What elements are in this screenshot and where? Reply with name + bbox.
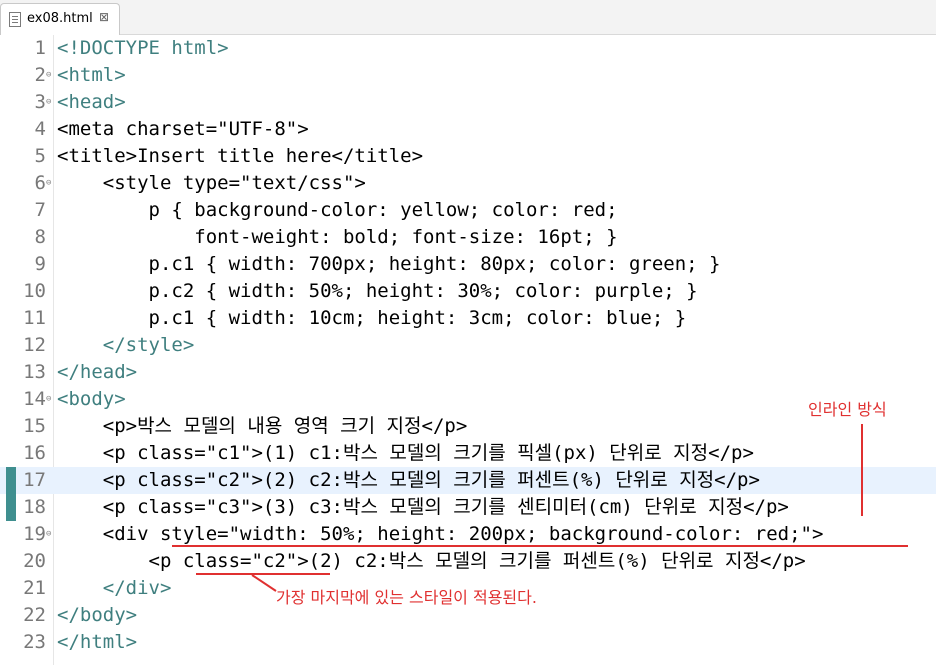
code-line[interactable]: 19 ⊖ <div style="width: 50%; height: 200… [0,521,936,548]
code-line[interactable]: 18 <p class="c3">(3) c3:박스 모델의 크기를 센티미터(… [0,494,936,521]
fold-toggle-icon[interactable]: ⊖ [46,178,51,188]
code-text: p.c2 { width: 50%; height: 30%; color: p… [57,280,698,302]
line-number: 11 [23,307,46,329]
code-text: <head> [57,89,126,116]
line-number: 1 [34,37,46,59]
line-number: 2 [34,64,46,86]
tab-label: ex08.html [27,11,93,26]
code-text: </div> [57,575,172,602]
line-number: 10 [23,280,46,302]
code-text: <div style="width: 50%; height: 200px; b… [57,523,824,545]
line-number: 16 [23,442,46,464]
line-number: 14 [23,388,46,410]
code-text: </style> [57,332,195,359]
code-line[interactable]: 2 ⊖ <html> [0,62,936,89]
code-text: p.c1 { width: 10cm; height: 3cm; color: … [57,307,687,329]
code-text: <title>Insert title here</title> [57,145,424,167]
code-text: p.c1 { width: 700px; height: 80px; color… [57,253,721,275]
code-text: <p class="c2">(2) c2:박스 모델의 크기를 퍼센트(%) 단… [57,469,760,491]
code-line[interactable]: 5 <title>Insert title here</title> [0,143,936,170]
code-text: </div> [57,577,172,599]
code-line[interactable]: 9 p.c1 { width: 700px; height: 80px; col… [0,251,936,278]
line-number: 17 [23,469,46,491]
code-line[interactable]: 6 ⊖ <style type="text/css"> [0,170,936,197]
code-line[interactable]: 11 p.c1 { width: 10cm; height: 3cm; colo… [0,305,936,332]
line-number: 15 [23,415,46,437]
code-text: <body> [57,386,126,413]
fold-toggle-icon[interactable]: ⊖ [46,97,51,107]
code-line[interactable]: 14 ⊖ <body> [0,386,936,413]
code-text: <head> [57,91,126,113]
line-number: 3 [34,91,46,113]
code-text: </html> [57,629,137,656]
code-text: <p class="c3">(3) c3:박스 모델의 크기를 센티미터(cm)… [57,496,789,518]
line-number: 12 [23,334,46,356]
code-text: </html> [57,631,138,653]
annotation-inline-style: 인라인 방식 [808,400,887,419]
annotation-last-style: 가장 마지막에 있는 스타일이 적용된다. [276,588,537,607]
code-line[interactable]: 10 p.c2 { width: 50%; height: 30%; color… [0,278,936,305]
code-line[interactable]: 3 ⊖ <head> [0,89,936,116]
code-line[interactable]: 16 <p class="c1">(1) c1:박스 모델의 크기를 픽셀(px… [0,440,936,467]
close-tab-icon[interactable]: ⊠ [99,10,109,24]
code-line[interactable]: 12 </style> [0,332,936,359]
line-number: 8 [34,226,46,248]
line-number: 23 [23,631,46,653]
code-text: </body> [57,604,138,626]
code-text: p { background-color: yellow; color: red… [57,199,618,221]
annotation-arrow-line [251,574,277,592]
line-number: 5 [34,145,46,167]
line-number: 13 [23,361,46,383]
code-text: </body> [57,602,137,629]
line-number: 7 [34,199,46,221]
code-line[interactable]: 4 <meta charset="UTF-8"> [0,116,936,143]
line-number: 19 [23,523,46,545]
html-file-icon [9,12,21,27]
code-line[interactable]: 8 font-weight: bold; font-size: 16pt; } [0,224,936,251]
code-text: <html> [57,62,126,89]
code-text: <p class="c2">(2) c2:박스 모델의 크기를 퍼센트(%) 단… [57,550,806,572]
tab-ex08-html[interactable]: ex08.html ⊠ [0,3,120,35]
line-number: 4 [34,118,46,140]
fold-toggle-icon[interactable]: ⊖ [46,70,51,80]
code-line-current[interactable]: 17 <p class="c2">(2) c2:박스 모델의 크기를 퍼센트(%… [0,467,936,494]
code-text: <!DOCTYPE html> [57,35,229,62]
line-number: 22 [23,604,46,626]
code-line[interactable]: 20 <p class="c2">(2) c2:박스 모델의 크기를 퍼센트(%… [0,548,936,575]
code-line[interactable]: 15 <p>박스 모델의 내용 영역 크기 지정</p> [0,413,936,440]
code-text: <meta charset="UTF-8"> [57,118,309,140]
line-number: 20 [23,550,46,572]
code-text: <!DOCTYPE html> [57,37,229,59]
editor-tab-bar: ex08.html ⊠ [0,0,936,35]
fold-toggle-icon[interactable]: ⊖ [46,529,51,539]
code-text: </head> [57,361,138,383]
code-line[interactable]: 1 <!DOCTYPE html> [0,35,936,62]
code-text: <style type="text/css"> [57,172,366,194]
code-text: <p class="c1">(1) c1:박스 모델의 크기를 픽셀(px) 단… [57,442,754,464]
line-number: 18 [23,496,46,518]
code-text: <p>박스 모델의 내용 영역 크기 지정</p> [57,415,468,437]
annotation-underline-style [172,545,908,547]
code-text: <html> [57,64,126,86]
code-line[interactable]: 13 </head> [0,359,936,386]
code-text: <body> [57,388,126,410]
line-number: 21 [23,577,46,599]
code-text: font-weight: bold; font-size: 16pt; } [57,226,618,248]
fold-toggle-icon[interactable]: ⊖ [46,394,51,404]
annotation-pointer-line [861,424,863,516]
code-line[interactable]: 23 </html> [0,629,936,656]
code-text: </head> [57,359,137,386]
line-number: 9 [34,253,46,275]
line-number: 6 [34,172,46,194]
code-line[interactable]: 7 p { background-color: yellow; color: r… [0,197,936,224]
code-text: </style> [57,334,195,356]
